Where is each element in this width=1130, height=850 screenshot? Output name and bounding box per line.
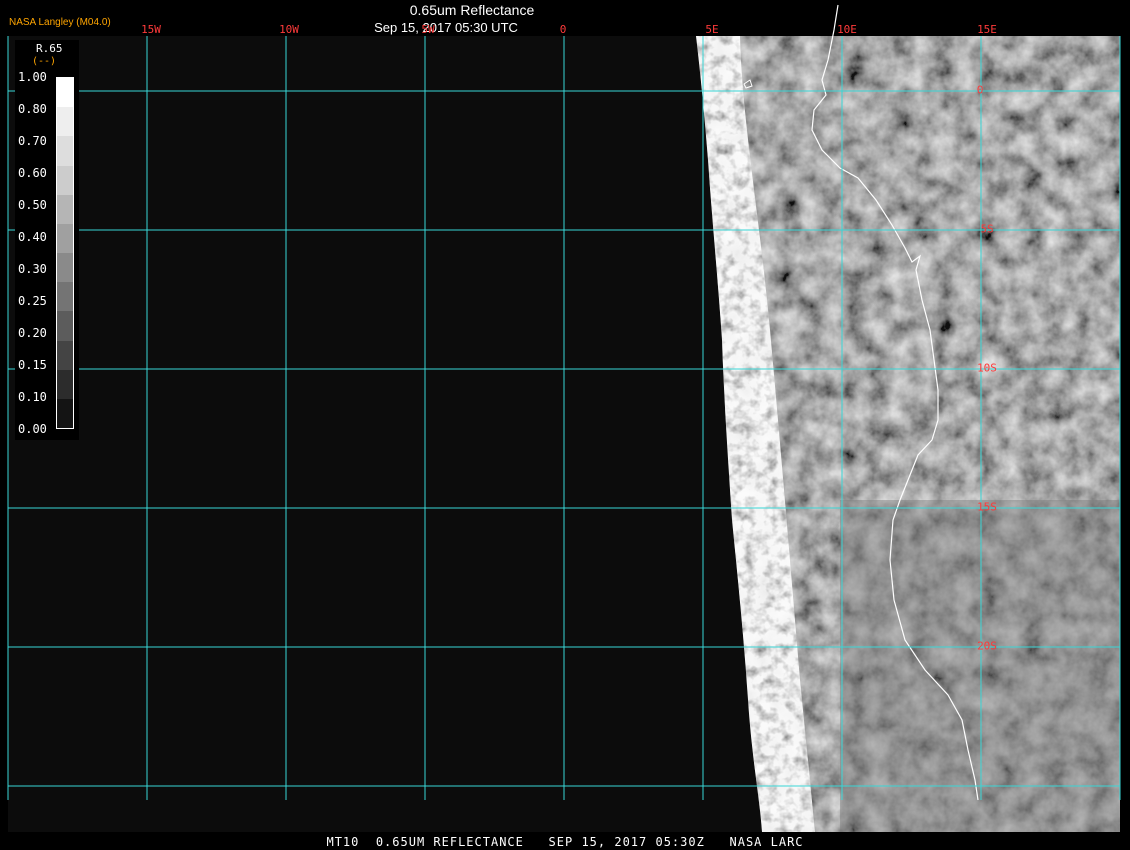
colorbar-tick-label: 0.00: [18, 422, 47, 436]
image-timestamp: Sep 15, 2017 05:30 UTC: [374, 20, 518, 35]
image-title: 0.65um Reflectance: [409, 2, 535, 18]
satellite-map[interactable]: [0, 0, 1130, 850]
colorbar-segment: [57, 165, 73, 195]
colorbar-tick-label: 0.30: [18, 262, 47, 276]
colorbar-tick-label: 0.50: [18, 198, 47, 212]
colorbar-segment: [57, 78, 73, 108]
lat-label-10s: 10S: [977, 361, 997, 375]
colorbar-segment: [57, 311, 73, 341]
colorbar-tick-label: 0.40: [18, 230, 47, 244]
lat-label-15s: 15S: [977, 500, 997, 514]
colorbar-segment: [57, 369, 73, 399]
colorbar-segment: [57, 194, 73, 224]
lon-label-5e: 5E: [705, 23, 719, 36]
lon-label-15w: 15W: [141, 23, 161, 36]
lat-label-0: 0: [976, 83, 984, 97]
colorbar-variable: R.65: [36, 42, 63, 55]
colorbar-segment: [57, 253, 73, 283]
lat-label-5s: 5S: [980, 222, 994, 236]
colorbar-scale: [56, 77, 74, 429]
colorbar-segment: [57, 223, 73, 254]
colorbar-segment: [57, 282, 73, 312]
lon-label-0: 0: [559, 23, 567, 36]
colorbar-segment: [57, 340, 73, 370]
footer-caption: MT10 0.65UM REFLECTANCE SEP 15, 2017 05:…: [326, 835, 804, 849]
lon-label-10w: 10W: [279, 23, 299, 36]
nasa-langley-logo: NASA Langley (M04.0): [9, 17, 111, 28]
lon-label-5w: 5W: [421, 23, 435, 36]
colorbar-tick-label: 0.10: [18, 390, 47, 404]
colorbar-tick-label: 0.70: [18, 134, 47, 148]
lon-label-15e: 15E: [977, 23, 997, 36]
colorbar-tick-label: 0.80: [18, 102, 47, 116]
colorbar-unit: (--): [32, 56, 57, 67]
colorbar-segment: [57, 136, 73, 166]
colorbar-tick-label: 0.15: [18, 358, 47, 372]
lat-label-20s: 20S: [977, 639, 997, 653]
lon-label-10e: 10E: [837, 23, 857, 36]
colorbar-tick-label: 0.60: [18, 166, 47, 180]
colorbar-tick-label: 0.20: [18, 326, 47, 340]
daylight-imagery: [696, 36, 1120, 832]
colorbar-tick-label: 1.00: [18, 70, 47, 84]
colorbar-tick-label: 0.25: [18, 294, 47, 308]
colorbar-segment: [57, 107, 73, 137]
colorbar-segment: [57, 398, 73, 429]
